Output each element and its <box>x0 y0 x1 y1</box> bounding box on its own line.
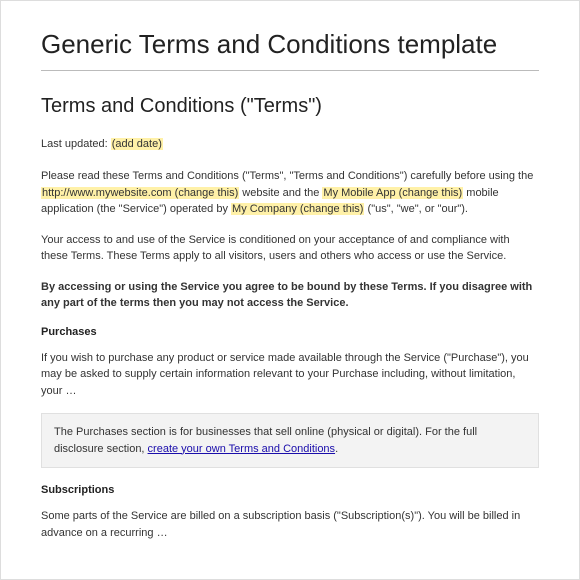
last-updated-label: Last updated: <box>41 138 111 150</box>
page-title: Generic Terms and Conditions template <box>41 29 539 60</box>
intro-text-2: website and the <box>239 187 322 199</box>
intro-text-1: Please read these Terms and Conditions (… <box>41 170 533 182</box>
title-rule <box>41 70 539 71</box>
intro-text-4: ("us", "we", or "our"). <box>364 203 468 215</box>
create-terms-link[interactable]: create your own Terms and Conditions <box>148 443 336 455</box>
document-page: Generic Terms and Conditions template Te… <box>1 1 579 575</box>
website-placeholder: http://www.mywebsite.com (change this) <box>41 187 239 199</box>
intro-paragraph: Please read these Terms and Conditions (… <box>41 168 539 218</box>
purchases-heading: Purchases <box>41 326 539 338</box>
access-paragraph: Your access to and use of the Service is… <box>41 232 539 265</box>
date-placeholder: (add date) <box>111 138 163 150</box>
purchases-body: If you wish to purchase any product or s… <box>41 350 539 400</box>
app-placeholder: My Mobile App (change this) <box>322 187 463 199</box>
agreement-paragraph: By accessing or using the Service you ag… <box>41 279 539 312</box>
subscriptions-body: Some parts of the Service are billed on … <box>41 508 539 541</box>
last-updated: Last updated: (add date) <box>41 138 539 150</box>
purchases-note: The Purchases section is for businesses … <box>41 413 539 468</box>
company-placeholder: My Company (change this) <box>231 203 364 215</box>
note-text-b: . <box>335 443 338 455</box>
terms-heading: Terms and Conditions ("Terms") <box>41 95 539 118</box>
subscriptions-heading: Subscriptions <box>41 484 539 496</box>
